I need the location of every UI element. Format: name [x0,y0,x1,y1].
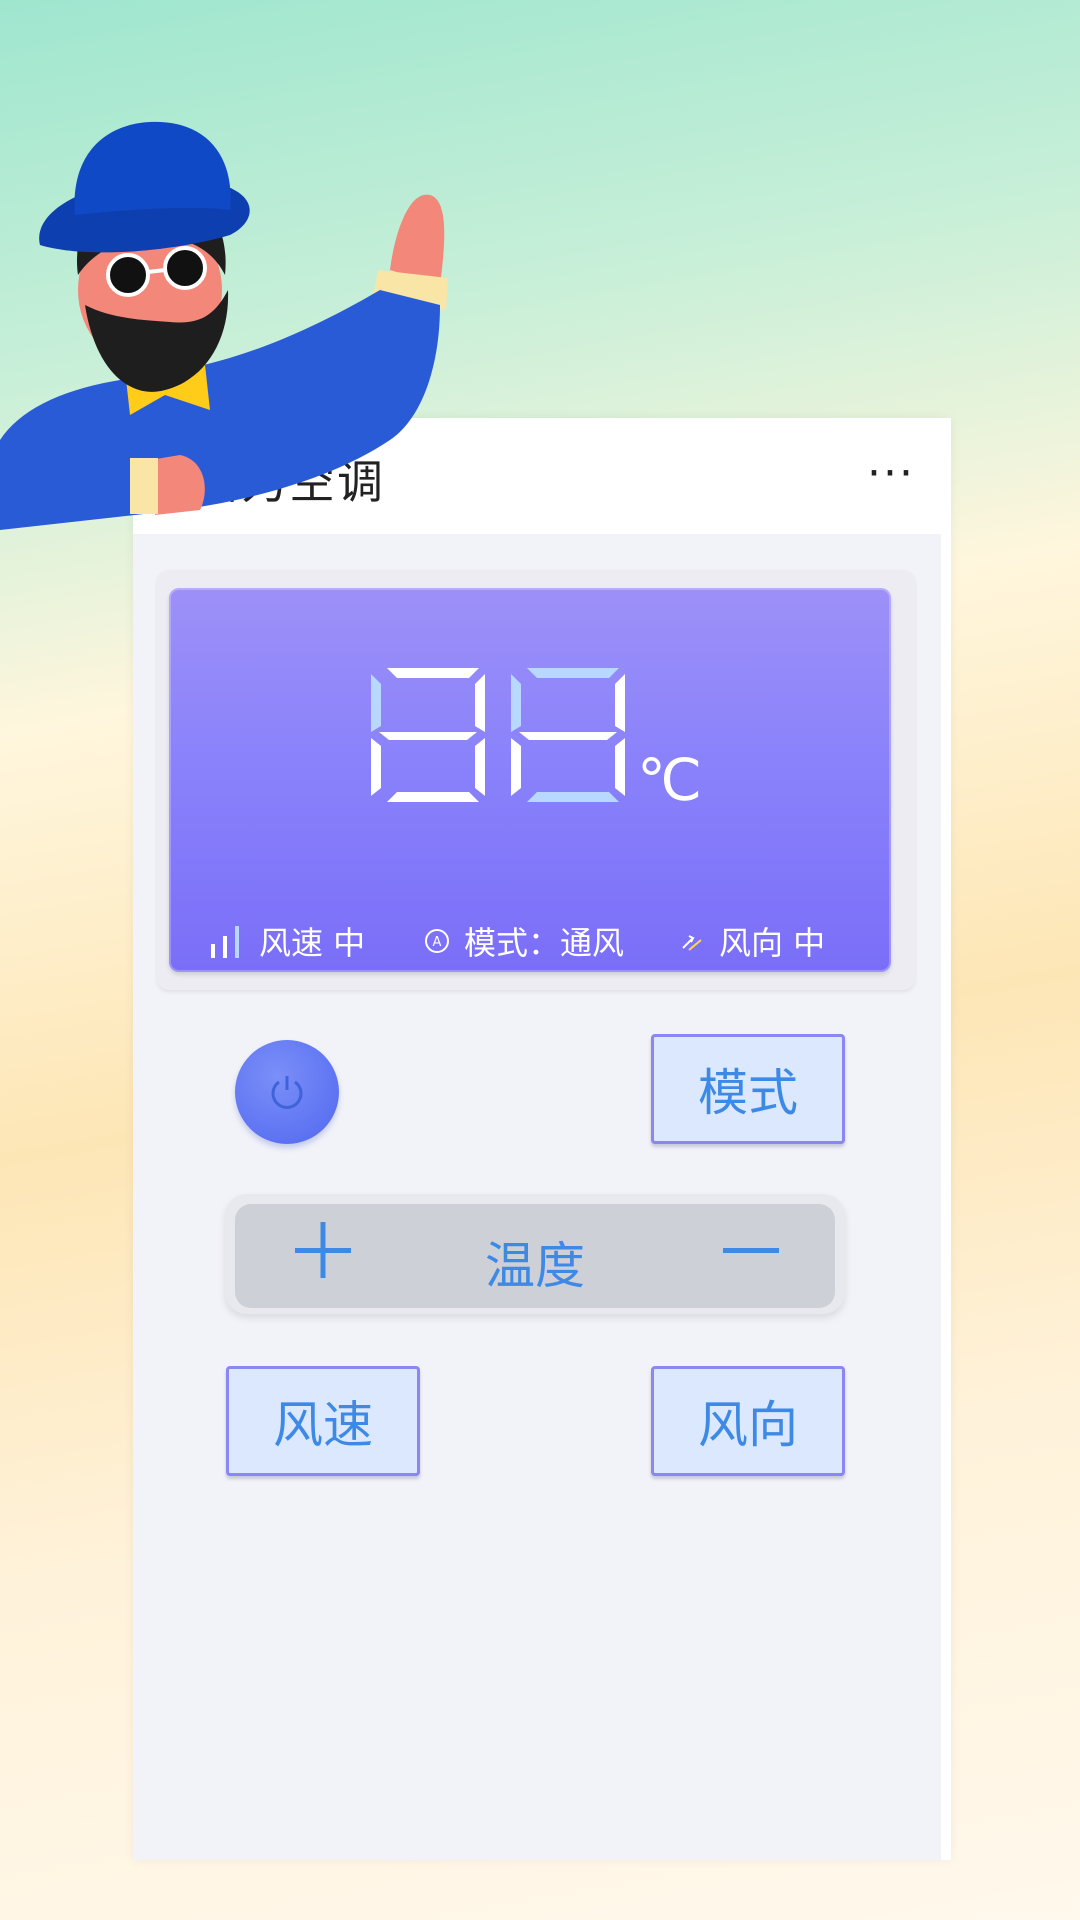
temperature-digits [371,668,625,802]
digit-2 [511,668,625,802]
direction-button[interactable]: 风向 [651,1366,845,1476]
mascot-hat-crown [74,121,231,215]
mode-button[interactable]: 模式 [651,1034,845,1144]
fan-speed-text: 风速 中 [259,924,366,962]
digit-1 [371,668,485,802]
fan-speed-button[interactable]: 风速 [226,1366,420,1476]
direction-status: 风向 中 [679,918,825,964]
temperature-bar: 温度 [235,1204,835,1308]
swing-direction-icon [682,935,702,951]
direction-text: 风向 中 [719,924,826,962]
mascot-lower-cuff [130,458,158,514]
fan-speed-status: 风速 中 [209,918,365,964]
mascot-illustration [0,121,448,530]
mascot-hand [390,194,445,285]
signal-bars-icon [211,926,239,958]
remote-body: ℃ 风速 中 A 模式：通风 风向 中 模式 温度 风速 风向 [133,534,941,1860]
more-menu-button[interactable]: ··· [867,448,915,499]
auto-mode-icon: A [425,929,449,953]
lcd-frame: ℃ 风速 中 A 模式：通风 风向 中 [157,570,915,990]
temperature-control: 温度 [225,1194,845,1314]
temperature-unit: ℃ [637,746,703,814]
mode-status: A 模式：通风 [424,918,624,964]
remote-app-window: 格力空调 ··· [133,418,951,1860]
minus-icon[interactable] [719,1218,783,1282]
svg-text:A: A [433,935,442,950]
status-row: 风速 中 A 模式：通风 风向 中 [169,918,891,962]
power-button[interactable] [235,1040,339,1144]
mode-text: 模式：通风 [464,924,625,962]
power-icon [271,1076,303,1109]
lcd-display: ℃ 风速 中 A 模式：通风 风向 中 [169,588,891,972]
